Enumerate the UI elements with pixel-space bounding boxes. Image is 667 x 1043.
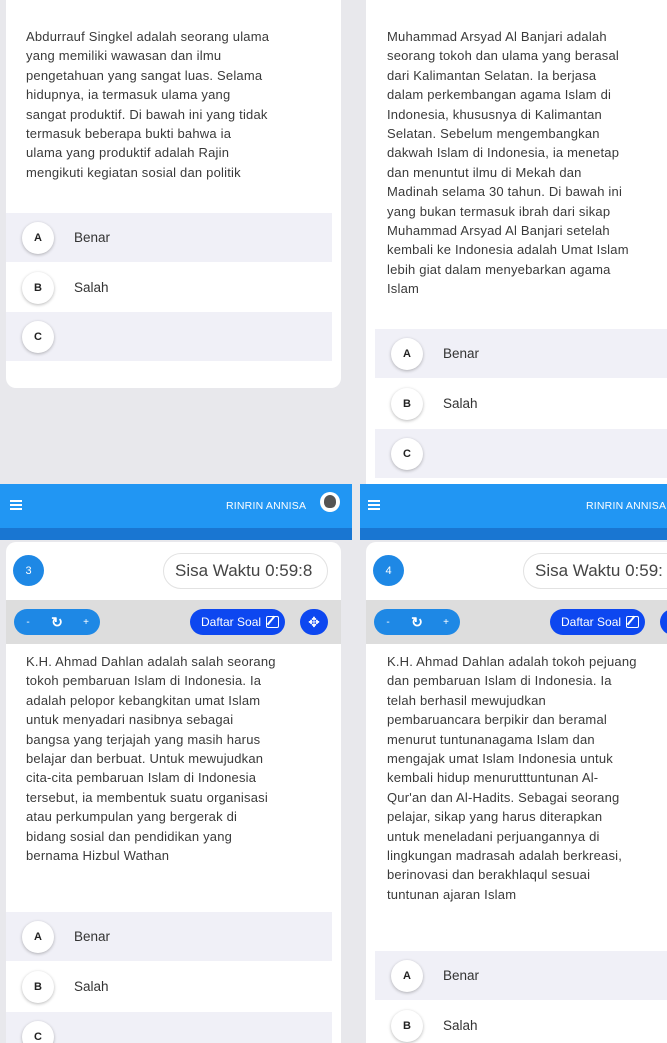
pane-top-left: Abdurrauf Singkel adalah seorang ulama y… — [0, 0, 352, 484]
option-label: Salah — [74, 280, 109, 295]
question-text: Muhammad Arsyad Al Banjari adalah seoran… — [387, 29, 629, 297]
edit-icon — [266, 616, 280, 628]
option-a[interactable]: A Benar — [375, 329, 667, 378]
option-b[interactable]: B Salah — [375, 379, 667, 428]
option-letter: B — [22, 970, 54, 1003]
question-card: Abdurrauf Singkel adalah seorang ulama y… — [6, 0, 341, 388]
option-letter: C — [391, 437, 423, 470]
pane-top-right: Muhammad Arsyad Al Banjari adalah seoran… — [360, 0, 667, 484]
option-c[interactable]: C — [6, 1012, 332, 1043]
daftar-soal-label: Daftar Soal — [201, 615, 262, 629]
app-bar-shadow — [360, 528, 667, 540]
question-card: 3 Sisa Waktu 0:59:8 - ↻ + Daftar Soal ✥ … — [6, 542, 341, 1043]
app-bar-shadow — [0, 528, 352, 540]
option-letter: A — [391, 959, 423, 992]
timer-label: Sisa Waktu — [175, 561, 261, 580]
timer: Sisa Waktu 0:59:8 — [163, 553, 328, 589]
option-c[interactable]: C — [6, 312, 332, 361]
pane-bottom-right: RINRIN ANNISA 4 Sisa Waktu 0:59: - ↻ + D… — [360, 484, 667, 1043]
zoom-control: - ↻ + — [14, 609, 100, 635]
menu-icon[interactable] — [368, 500, 380, 510]
question-card: 4 Sisa Waktu 0:59: - ↻ + Daftar Soal K.H… — [366, 542, 667, 1043]
zoom-out-button[interactable]: - — [14, 617, 42, 628]
question-number: 4 — [373, 555, 404, 586]
option-a[interactable]: A Benar — [375, 951, 667, 1000]
option-letter: C — [22, 1020, 54, 1043]
option-label: Benar — [443, 346, 480, 361]
timer-value: 0:59: — [625, 561, 663, 580]
option-label: Salah — [74, 979, 109, 994]
option-a[interactable]: A Benar — [6, 912, 332, 961]
toolbar: - ↻ + Daftar Soal — [366, 600, 667, 644]
refresh-icon[interactable]: ↻ — [402, 614, 432, 631]
zoom-in-button[interactable]: + — [72, 617, 100, 628]
option-letter: A — [391, 337, 423, 370]
option-letter: A — [22, 221, 54, 254]
option-a[interactable]: A Benar — [6, 213, 332, 262]
option-label: Salah — [443, 1018, 478, 1033]
option-b[interactable]: B Salah — [6, 962, 332, 1011]
option-b[interactable]: B Salah — [6, 263, 332, 312]
option-label: Benar — [443, 968, 480, 983]
option-label: Benar — [74, 230, 111, 245]
option-letter: B — [391, 387, 423, 420]
option-label: Benar — [74, 929, 111, 944]
timer-label: Sisa Waktu — [535, 561, 621, 580]
avatar[interactable] — [320, 492, 340, 512]
question-number: 3 — [13, 555, 44, 586]
question-text: Abdurrauf Singkel adalah seorang ulama y… — [26, 29, 270, 180]
zoom-in-button[interactable]: + — [432, 617, 460, 628]
move-icon[interactable] — [660, 609, 667, 635]
zoom-control: - ↻ + — [374, 609, 460, 635]
option-b[interactable]: B Salah — [375, 1001, 667, 1043]
option-letter: A — [22, 920, 54, 953]
timer-value: 0:59:8 — [265, 561, 313, 580]
pane-bottom-left: RINRIN ANNISA 3 Sisa Waktu 0:59:8 - ↻ + … — [0, 484, 352, 1043]
user-name: RINRIN ANNISA — [586, 500, 667, 512]
zoom-out-button[interactable]: - — [374, 617, 402, 628]
daftar-soal-label: Daftar Soal — [561, 615, 622, 629]
app-bar: RINRIN ANNISA — [360, 484, 667, 528]
option-label: Salah — [443, 396, 478, 411]
refresh-icon[interactable]: ↻ — [42, 614, 72, 631]
question-text: K.H. Ahmad Dahlan adalah salah seorang t… — [26, 654, 276, 864]
user-name: RINRIN ANNISA — [226, 500, 307, 512]
option-letter: B — [22, 271, 54, 304]
option-letter: B — [391, 1009, 423, 1042]
option-c[interactable]: C — [375, 429, 667, 478]
app-bar: RINRIN ANNISA — [0, 484, 352, 528]
daftar-soal-button[interactable]: Daftar Soal — [190, 609, 286, 635]
move-icon[interactable]: ✥ — [300, 609, 328, 635]
timer: Sisa Waktu 0:59: — [523, 553, 667, 589]
question-text: K.H. Ahmad Dahlan adalah tokoh pejuang d… — [387, 654, 637, 902]
option-letter: C — [22, 320, 54, 353]
toolbar: - ↻ + Daftar Soal ✥ — [6, 600, 341, 644]
daftar-soal-button[interactable]: Daftar Soal — [550, 609, 646, 635]
menu-icon[interactable] — [10, 500, 22, 510]
question-card: Muhammad Arsyad Al Banjari adalah seoran… — [366, 0, 667, 484]
edit-icon — [626, 616, 640, 628]
